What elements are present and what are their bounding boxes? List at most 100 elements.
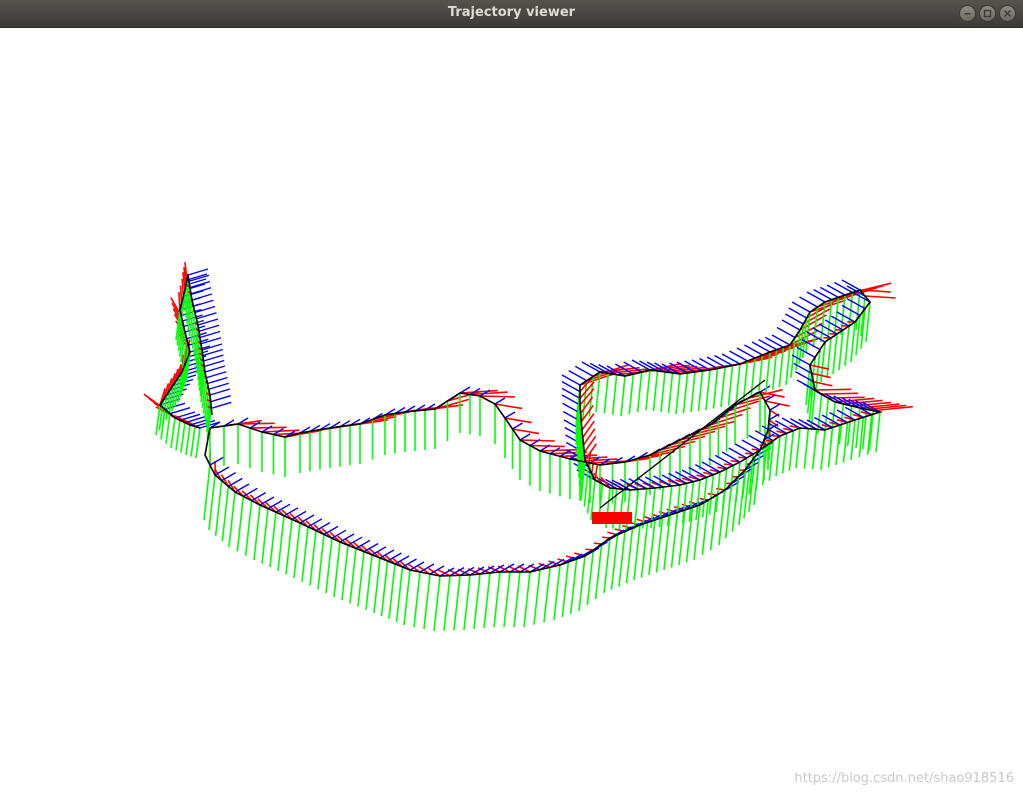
frame-z-axis (759, 385, 771, 393)
frame-x-axis (864, 295, 896, 299)
frame-y-axis (850, 419, 856, 461)
frame-y-axis (403, 569, 411, 626)
frame-y-axis (682, 372, 689, 414)
frame-y-axis (185, 424, 191, 456)
frame-y-axis (861, 409, 868, 450)
frame-z-axis (194, 419, 216, 428)
frame-y-axis (244, 500, 253, 556)
frame-y-axis (228, 491, 236, 548)
maximize-icon (983, 9, 992, 18)
frame-x-axis (809, 364, 830, 370)
frame-z-axis (204, 365, 226, 373)
frame-z-axis (190, 287, 212, 295)
frame-y-axis (750, 357, 756, 399)
frame-z-axis (568, 370, 588, 382)
frame-y-axis (413, 571, 421, 628)
close-button[interactable] (999, 5, 1016, 22)
frame-y-axis (513, 571, 521, 628)
frame-y-axis (803, 428, 810, 469)
frame-z-axis (813, 289, 833, 301)
frame-y-axis (832, 333, 838, 375)
frame-y-axis (620, 375, 626, 417)
frame-y-axis (433, 575, 441, 632)
frame-y-axis (208, 474, 216, 531)
frame-y-axis (820, 429, 826, 471)
frame-z-axis (199, 330, 221, 339)
frame-y-axis (640, 522, 649, 578)
frame-y-axis (195, 427, 201, 459)
frame-z-axis (504, 411, 516, 419)
frame-y-axis (865, 301, 871, 343)
frame-y-axis (357, 551, 365, 607)
frame-y-axis (203, 464, 211, 521)
frame-y-axis (155, 404, 161, 436)
frame-z-axis (846, 298, 866, 310)
frame-z-axis (512, 422, 523, 430)
frame-z-axis (806, 291, 826, 303)
frame-x-axis (479, 395, 515, 398)
frame-y-axis (301, 526, 309, 582)
frame-z-axis (776, 326, 796, 339)
frame-y-axis (603, 373, 610, 414)
frame-y-axis (667, 372, 674, 414)
trajectory-loop-closure (599, 379, 766, 509)
frame-y-axis (675, 484, 681, 526)
frame-z-axis (194, 305, 216, 314)
frame-z-axis (764, 336, 784, 348)
frame-y-axis (285, 519, 293, 575)
frame-y-axis (838, 329, 844, 371)
trajectory-viewport[interactable]: https://blog.csdn.net/shao918516 (0, 28, 1023, 797)
minimize-button[interactable] (959, 5, 976, 22)
frame-x-axis (583, 435, 597, 453)
frame-y-axis (261, 508, 269, 564)
frame-y-axis (663, 514, 671, 571)
frame-y-axis (349, 548, 357, 604)
frame-y-axis (277, 515, 285, 571)
frame-y-axis (269, 512, 277, 568)
frame-x-axis (569, 456, 608, 460)
frame-y-axis (741, 457, 748, 499)
frame-z-axis (799, 296, 818, 308)
frame-y-axis (395, 566, 404, 623)
minimize-icon (964, 13, 971, 15)
frame-z-axis (819, 286, 839, 298)
frame-y-axis (214, 480, 223, 536)
frame-z-axis (210, 394, 231, 403)
frame-y-axis (781, 433, 788, 474)
frame-y-axis (690, 371, 696, 413)
frame-y-axis (795, 427, 801, 469)
frame-z-axis (758, 339, 778, 351)
frame-y-axis (180, 422, 186, 453)
frame-y-axis (811, 429, 818, 470)
frame-y-axis (625, 528, 634, 584)
frame-y-axis (844, 325, 850, 367)
frame-y-axis (583, 466, 590, 507)
frame-y-axis (633, 524, 641, 581)
frame-y-axis (443, 575, 451, 631)
frame-y-axis (594, 543, 603, 600)
frame-y-axis (309, 530, 317, 586)
frame-y-axis (175, 420, 181, 451)
frame-y-axis (473, 573, 481, 630)
frame-y-axis (380, 560, 389, 617)
frame-z-axis (208, 382, 229, 390)
trajectory-canvas[interactable] (0, 28, 1023, 797)
frame-z-axis (784, 313, 804, 325)
frame-y-axis (697, 370, 704, 412)
frame-z-axis (769, 403, 781, 411)
frame-x-axis (504, 417, 532, 424)
maximize-button[interactable] (979, 5, 996, 22)
frame-x-axis (582, 420, 595, 438)
frame-y-axis (715, 471, 721, 513)
frame-y-axis (652, 370, 659, 412)
frame-y-axis (705, 369, 711, 411)
frame-y-axis (325, 538, 333, 594)
frame-y-axis (735, 461, 741, 503)
frame-y-axis (190, 426, 196, 457)
frame-y-axis (712, 368, 719, 409)
frame-y-axis (170, 417, 176, 449)
frame-y-axis (453, 575, 461, 631)
frame-z-axis (202, 348, 223, 357)
window-title: Trajectory viewer (447, 5, 576, 20)
title-bar[interactable]: Trajectory viewer (0, 0, 1023, 28)
